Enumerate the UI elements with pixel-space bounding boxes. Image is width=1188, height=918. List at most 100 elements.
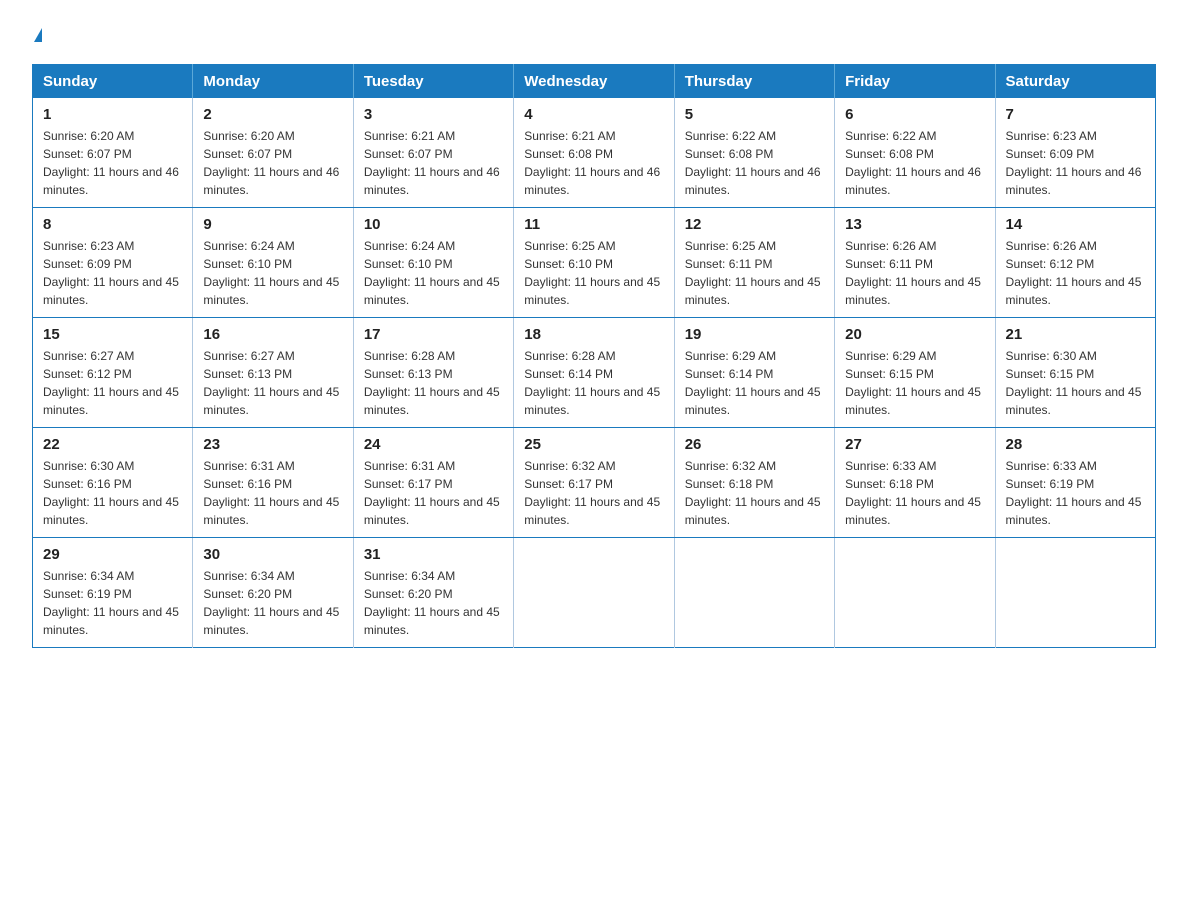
day-info: Sunrise: 6:31 AMSunset: 6:16 PMDaylight:… (203, 457, 342, 529)
day-info: Sunrise: 6:23 AMSunset: 6:09 PMDaylight:… (1006, 127, 1145, 199)
logo-triangle-icon (34, 28, 42, 42)
calendar-week-row: 15 Sunrise: 6:27 AMSunset: 6:12 PMDayligh… (33, 318, 1156, 428)
calendar-cell: 24 Sunrise: 6:31 AMSunset: 6:17 PMDayligh… (353, 428, 513, 538)
day-number: 4 (524, 106, 663, 123)
calendar-cell: 29 Sunrise: 6:34 AMSunset: 6:19 PMDayligh… (33, 538, 193, 648)
day-info: Sunrise: 6:32 AMSunset: 6:17 PMDaylight:… (524, 457, 663, 529)
weekday-header-wednesday: Wednesday (514, 65, 674, 99)
calendar-cell: 17Sunrise: 6:28 AMSunset: 6:13 PMDayligh… (353, 318, 513, 428)
day-number: 19 (685, 326, 824, 343)
day-number: 29 (43, 546, 182, 563)
day-info: Sunrise: 6:23 AMSunset: 6:09 PMDaylight:… (43, 237, 182, 309)
day-info: Sunrise: 6:34 AMSunset: 6:20 PMDaylight:… (364, 567, 503, 639)
day-number: 28 (1006, 436, 1145, 453)
day-info: Sunrise: 6:33 AMSunset: 6:19 PMDaylight:… (1006, 457, 1145, 529)
calendar-cell: 28 Sunrise: 6:33 AMSunset: 6:19 PMDayligh… (995, 428, 1155, 538)
day-info: Sunrise: 6:28 AMSunset: 6:14 PMDaylight:… (524, 347, 663, 419)
day-number: 9 (203, 216, 342, 233)
calendar-cell: 9Sunrise: 6:24 AMSunset: 6:10 PMDaylight… (193, 208, 353, 318)
calendar-cell: 14Sunrise: 6:26 AMSunset: 6:12 PMDayligh… (995, 208, 1155, 318)
logo (32, 24, 42, 48)
day-info: Sunrise: 6:34 AMSunset: 6:19 PMDaylight:… (43, 567, 182, 639)
day-info: Sunrise: 6:22 AMSunset: 6:08 PMDaylight:… (685, 127, 824, 199)
calendar-table: SundayMondayTuesdayWednesdayThursdayFrid… (32, 64, 1156, 648)
day-number: 25 (524, 436, 663, 453)
calendar-cell: 16 Sunrise: 6:27 AMSunset: 6:13 PMDayligh… (193, 318, 353, 428)
day-info: Sunrise: 6:25 AMSunset: 6:11 PMDaylight:… (685, 237, 824, 309)
calendar-cell: 3Sunrise: 6:21 AMSunset: 6:07 PMDaylight… (353, 98, 513, 208)
day-number: 31 (364, 546, 503, 563)
day-info: Sunrise: 6:29 AMSunset: 6:15 PMDaylight:… (845, 347, 984, 419)
day-number: 10 (364, 216, 503, 233)
weekday-header-saturday: Saturday (995, 65, 1155, 99)
calendar-cell: 1 Sunrise: 6:20 AMSunset: 6:07 PMDaylight… (33, 98, 193, 208)
day-info: Sunrise: 6:29 AMSunset: 6:14 PMDaylight:… (685, 347, 824, 419)
calendar-cell: 12 Sunrise: 6:25 AMSunset: 6:11 PMDayligh… (674, 208, 834, 318)
calendar-cell: 22 Sunrise: 6:30 AMSunset: 6:16 PMDayligh… (33, 428, 193, 538)
calendar-cell: 4 Sunrise: 6:21 AMSunset: 6:08 PMDaylight… (514, 98, 674, 208)
day-number: 26 (685, 436, 824, 453)
weekday-header-friday: Friday (835, 65, 995, 99)
day-number: 11 (524, 216, 663, 233)
day-info: Sunrise: 6:20 AMSunset: 6:07 PMDaylight:… (203, 127, 342, 199)
calendar-week-row: 8Sunrise: 6:23 AMSunset: 6:09 PMDaylight… (33, 208, 1156, 318)
calendar-cell: 13Sunrise: 6:26 AMSunset: 6:11 PMDayligh… (835, 208, 995, 318)
calendar-cell: 23 Sunrise: 6:31 AMSunset: 6:16 PMDayligh… (193, 428, 353, 538)
calendar-cell: 8Sunrise: 6:23 AMSunset: 6:09 PMDaylight… (33, 208, 193, 318)
day-info: Sunrise: 6:31 AMSunset: 6:17 PMDaylight:… (364, 457, 503, 529)
weekday-header-monday: Monday (193, 65, 353, 99)
calendar-week-row: 22 Sunrise: 6:30 AMSunset: 6:16 PMDayligh… (33, 428, 1156, 538)
day-info: Sunrise: 6:34 AMSunset: 6:20 PMDaylight:… (203, 567, 342, 639)
day-number: 7 (1006, 106, 1145, 123)
day-number: 20 (845, 326, 984, 343)
day-info: Sunrise: 6:33 AMSunset: 6:18 PMDaylight:… (845, 457, 984, 529)
weekday-header-tuesday: Tuesday (353, 65, 513, 99)
calendar-cell: 25 Sunrise: 6:32 AMSunset: 6:17 PMDayligh… (514, 428, 674, 538)
calendar-cell: 7 Sunrise: 6:23 AMSunset: 6:09 PMDaylight… (995, 98, 1155, 208)
calendar-cell: 2 Sunrise: 6:20 AMSunset: 6:07 PMDaylight… (193, 98, 353, 208)
weekday-header-thursday: Thursday (674, 65, 834, 99)
day-info: Sunrise: 6:22 AMSunset: 6:08 PMDaylight:… (845, 127, 984, 199)
calendar-cell (995, 538, 1155, 648)
day-number: 1 (43, 106, 182, 123)
day-number: 27 (845, 436, 984, 453)
calendar-cell: 18Sunrise: 6:28 AMSunset: 6:14 PMDayligh… (514, 318, 674, 428)
day-info: Sunrise: 6:27 AMSunset: 6:12 PMDaylight:… (43, 347, 182, 419)
day-info: Sunrise: 6:30 AMSunset: 6:16 PMDaylight:… (43, 457, 182, 529)
day-number: 22 (43, 436, 182, 453)
day-number: 16 (203, 326, 342, 343)
calendar-cell (674, 538, 834, 648)
calendar-cell: 11Sunrise: 6:25 AMSunset: 6:10 PMDayligh… (514, 208, 674, 318)
day-info: Sunrise: 6:28 AMSunset: 6:13 PMDaylight:… (364, 347, 503, 419)
page-header (32, 24, 1156, 48)
day-info: Sunrise: 6:21 AMSunset: 6:08 PMDaylight:… (524, 127, 663, 199)
day-number: 2 (203, 106, 342, 123)
calendar-week-row: 1 Sunrise: 6:20 AMSunset: 6:07 PMDaylight… (33, 98, 1156, 208)
day-number: 21 (1006, 326, 1145, 343)
day-number: 12 (685, 216, 824, 233)
day-number: 23 (203, 436, 342, 453)
day-info: Sunrise: 6:24 AMSunset: 6:10 PMDaylight:… (364, 237, 503, 309)
day-info: Sunrise: 6:21 AMSunset: 6:07 PMDaylight:… (364, 127, 503, 199)
calendar-cell: 5 Sunrise: 6:22 AMSunset: 6:08 PMDaylight… (674, 98, 834, 208)
calendar-cell: 31 Sunrise: 6:34 AMSunset: 6:20 PMDayligh… (353, 538, 513, 648)
calendar-cell: 26 Sunrise: 6:32 AMSunset: 6:18 PMDayligh… (674, 428, 834, 538)
calendar-cell: 6 Sunrise: 6:22 AMSunset: 6:08 PMDaylight… (835, 98, 995, 208)
day-number: 15 (43, 326, 182, 343)
day-info: Sunrise: 6:27 AMSunset: 6:13 PMDaylight:… (203, 347, 342, 419)
day-number: 5 (685, 106, 824, 123)
calendar-cell (514, 538, 674, 648)
weekday-header-sunday: Sunday (33, 65, 193, 99)
day-info: Sunrise: 6:30 AMSunset: 6:15 PMDaylight:… (1006, 347, 1145, 419)
calendar-cell: 21 Sunrise: 6:30 AMSunset: 6:15 PMDayligh… (995, 318, 1155, 428)
day-number: 30 (203, 546, 342, 563)
day-info: Sunrise: 6:26 AMSunset: 6:12 PMDaylight:… (1006, 237, 1145, 309)
calendar-cell: 10 Sunrise: 6:24 AMSunset: 6:10 PMDayligh… (353, 208, 513, 318)
day-number: 6 (845, 106, 984, 123)
calendar-cell (835, 538, 995, 648)
day-number: 24 (364, 436, 503, 453)
day-info: Sunrise: 6:26 AMSunset: 6:11 PMDaylight:… (845, 237, 984, 309)
day-info: Sunrise: 6:20 AMSunset: 6:07 PMDaylight:… (43, 127, 182, 199)
day-info: Sunrise: 6:32 AMSunset: 6:18 PMDaylight:… (685, 457, 824, 529)
calendar-cell: 15 Sunrise: 6:27 AMSunset: 6:12 PMDayligh… (33, 318, 193, 428)
